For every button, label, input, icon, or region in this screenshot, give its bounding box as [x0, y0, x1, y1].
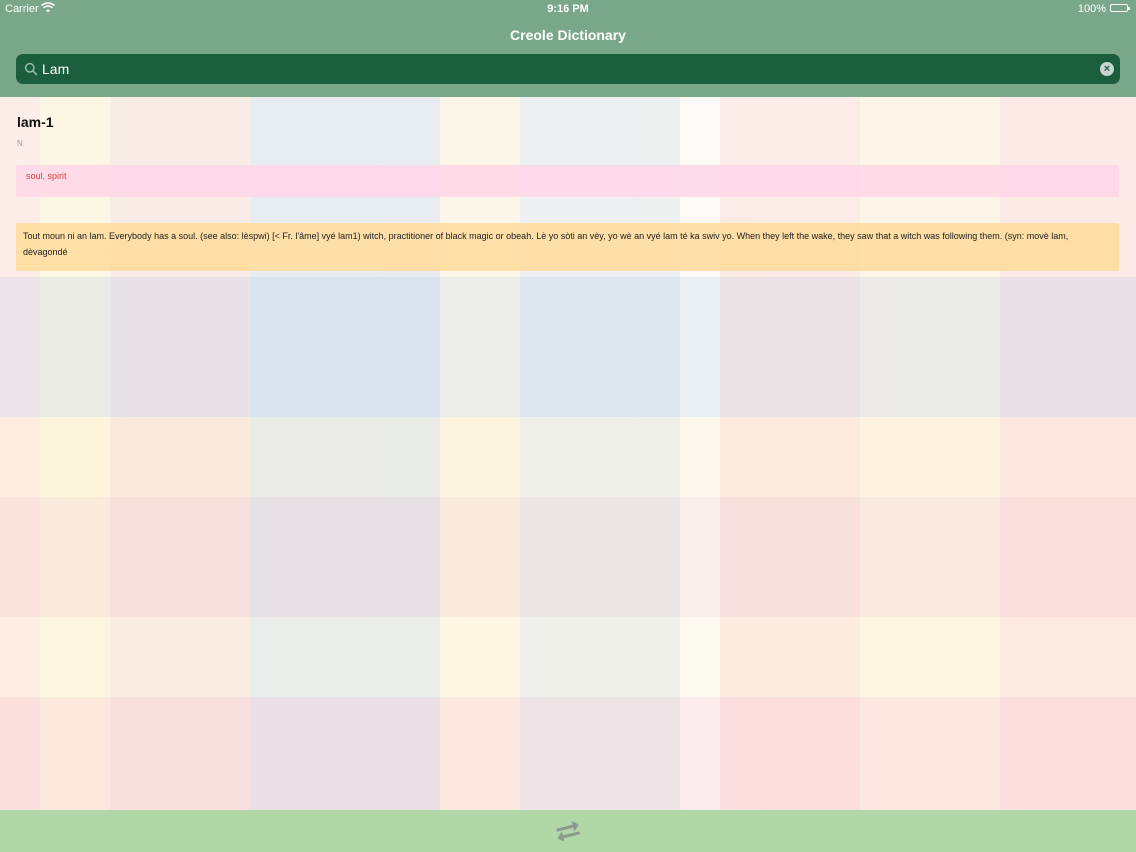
page-title: Creole Dictionary	[510, 27, 626, 43]
part-of-speech: N	[17, 139, 23, 148]
definition-box: Tout moun ni an lam. Everybody has a sou…	[16, 223, 1119, 271]
search-icon	[24, 62, 38, 76]
swap-arrows-icon[interactable]	[554, 821, 582, 841]
clock-label: 9:16 PM	[547, 3, 589, 15]
navigation-header: Carrier 9:16 PM 100% Creole Dictionary ×	[0, 0, 1136, 97]
entry-content: lam-1 N soul, spirit Tout moun ni an lam…	[0, 97, 1136, 810]
search-bar[interactable]: ×	[16, 54, 1120, 84]
search-input[interactable]	[42, 54, 1082, 84]
clear-icon[interactable]: ×	[1100, 62, 1114, 76]
status-bar: Carrier 9:16 PM 100%	[0, 0, 1136, 18]
entry-headword: lam-1	[17, 114, 54, 130]
translation-box: soul, spirit	[16, 165, 1119, 197]
definition-text: Tout moun ni an lam. Everybody has a sou…	[23, 231, 1069, 257]
translation-text: soul, spirit	[26, 171, 67, 181]
battery-percent: 100%	[1077, 3, 1106, 15]
battery-icon	[1110, 4, 1130, 12]
